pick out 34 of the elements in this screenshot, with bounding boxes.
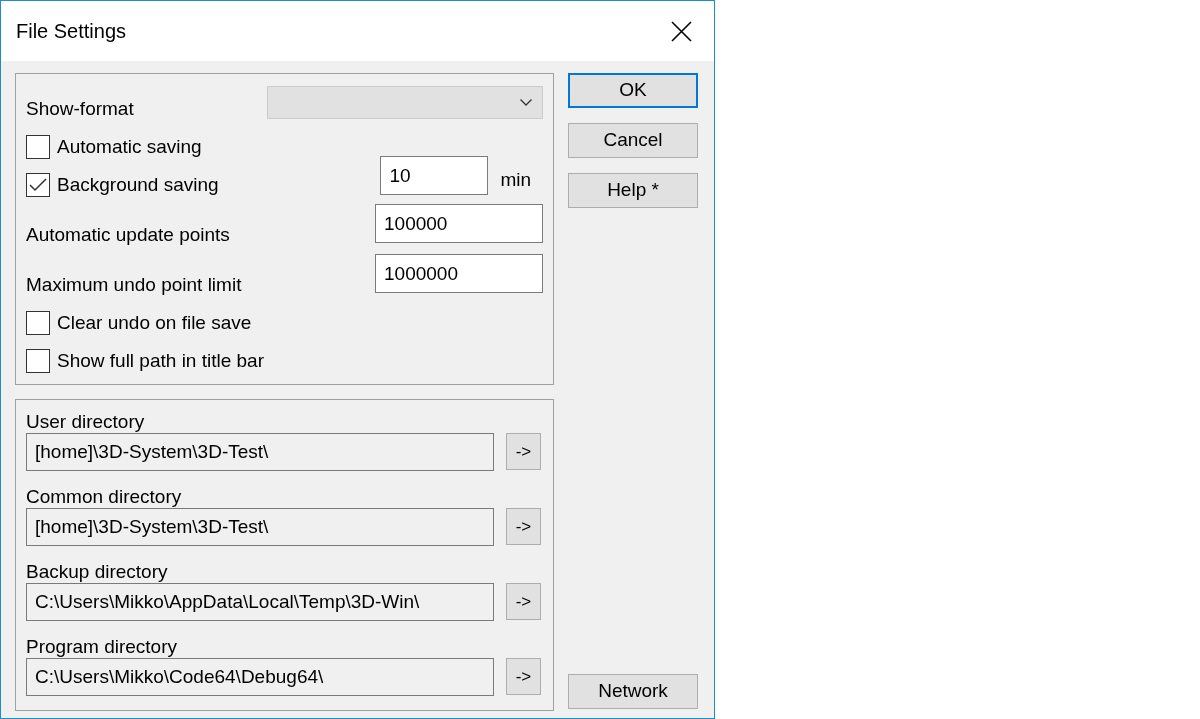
path-field[interactable]: [home]\3D-System\3D-Test\ <box>26 432 494 471</box>
path-field[interactable]: C:\Users\Mikko\AppData\Local\Temp\3D-Win\ <box>26 582 494 621</box>
checkbox-label: Automatic saving <box>57 136 202 158</box>
field-label: User directory <box>26 412 146 433</box>
path-field[interactable]: [home]\3D-System\3D-Test\ <box>26 507 494 546</box>
number-field[interactable]: 10 <box>380 156 489 195</box>
dialog-button[interactable]: OK <box>568 73 698 108</box>
field-label: Program directory <box>26 637 178 658</box>
browse-button[interactable]: -> <box>506 508 541 546</box>
browse-button[interactable]: -> <box>506 658 541 696</box>
browse-button[interactable]: -> <box>506 583 541 621</box>
close-icon[interactable] <box>671 20 692 42</box>
path-field[interactable]: C:\Users\Mikko\Code64\Debug64\ <box>26 657 494 696</box>
field-label: Backup directory <box>26 562 169 583</box>
checkbox-label: Clear undo on file save <box>57 312 252 334</box>
window-title: File Settings <box>16 19 127 44</box>
unit-label: min <box>500 170 531 191</box>
field-label: Maximum undo point limit <box>26 274 242 296</box>
field-label: Automatic update points <box>26 224 230 246</box>
checkbox[interactable] <box>26 135 50 159</box>
checkbox[interactable] <box>26 173 50 197</box>
field-label: Common directory <box>26 487 183 508</box>
browse-button[interactable]: -> <box>506 433 541 471</box>
dialog-button[interactable]: Cancel <box>568 123 698 158</box>
number-field[interactable]: 1000000 <box>375 254 543 293</box>
checkbox[interactable] <box>26 311 50 335</box>
checkbox[interactable] <box>26 349 50 373</box>
network-button[interactable]: Network <box>568 674 698 709</box>
dialog-button[interactable]: Help * <box>568 173 698 208</box>
number-field[interactable]: 100000 <box>375 204 543 243</box>
checkbox-label: Background saving <box>57 174 219 196</box>
checkbox-label: Show full path in title bar <box>57 350 264 372</box>
chevron-down-icon <box>520 98 532 106</box>
field-label: Show-format <box>26 99 134 120</box>
